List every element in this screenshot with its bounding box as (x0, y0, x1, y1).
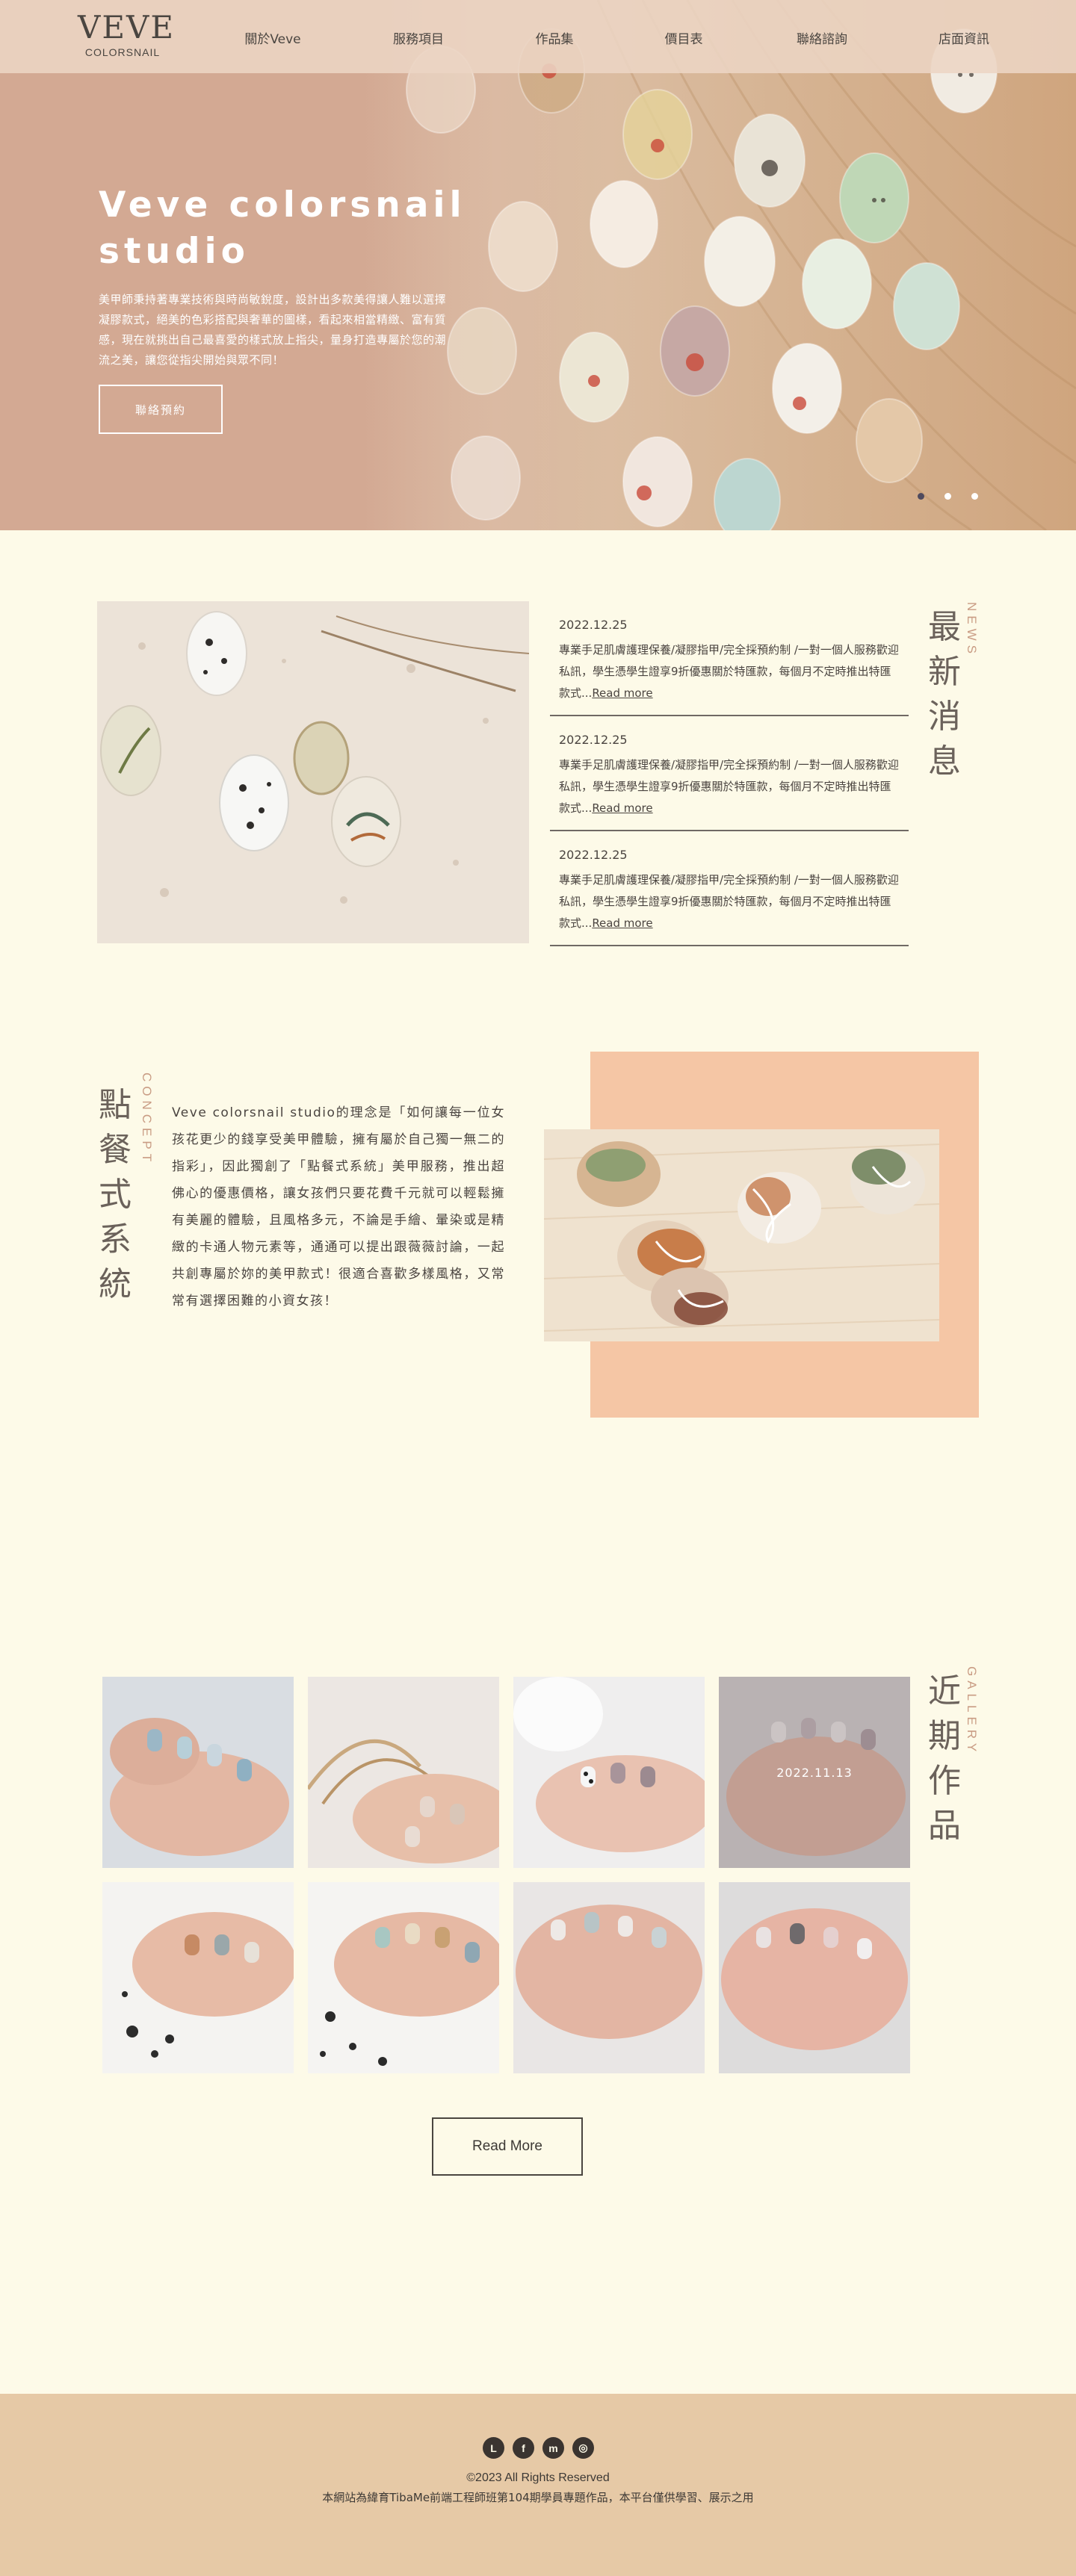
news-item: 2022.12.25 專業手足肌膚護理保養/凝膠指甲/完全採預約制 /一對一個人… (550, 716, 909, 831)
concept-text: Veve colorsnail studio的理念是「如何讓每一位女孩花更少的錢… (172, 1105, 505, 1309)
nav-services[interactable]: 服務項目 (374, 28, 463, 47)
gallery-photo-7 (513, 1882, 705, 2073)
copyright-text: ©2023 All Rights Reserved (466, 2471, 610, 2484)
hero-title: Veve colorsnail studio (99, 184, 466, 272)
site-logo[interactable]: VEVE COLORSNAIL (78, 9, 175, 59)
gallery-subtitle: GALLERY (965, 1666, 979, 1757)
news-section: 2022.12.25 專業手足肌膚護理保養/凝膠指甲/完全採預約制 /一對一個人… (0, 530, 1076, 1053)
site-header: VEVE COLORSNAIL 關於Veve 服務項目 作品集 價目表 聯絡諮詢… (0, 0, 1076, 73)
logo-mark: VEVE (78, 9, 175, 46)
gallery-item-6[interactable] (308, 1882, 499, 2073)
news-text: 專業手足肌膚護理保養/凝膠指甲/完全採預約制 /一對一個人服務歡迎私訊，學生憑學… (559, 869, 901, 934)
gallery-photo-8 (719, 1882, 910, 2073)
nav-store-info[interactable]: 店面資訊 (919, 28, 1009, 47)
gallery-photo-1 (102, 1677, 294, 1868)
gallery-section: 2022.11.13 近 期 作 品 GALLERY Read More (0, 1666, 1076, 2394)
hero-banner: Veve colorsnail studio 美甲師秉持著專業技術與時尚敏銳度，… (0, 0, 1076, 530)
carousel-dot-3[interactable] (971, 493, 978, 500)
gallery-photo-5 (102, 1882, 294, 2073)
carousel-dot-1[interactable] (918, 493, 924, 500)
messenger-icon[interactable]: m (542, 2437, 564, 2459)
concept-subtitle: CONCEPT (140, 1073, 154, 1167)
social-links: L f m ◎ (483, 2437, 595, 2461)
news-date: 2022.12.25 (559, 733, 628, 747)
news-date: 2022.12.25 (559, 848, 628, 862)
nav-portfolio[interactable]: 作品集 (510, 28, 599, 47)
concept-section: 點 餐 式 系 統 CONCEPT Veve colorsnail studio… (0, 1052, 1076, 1677)
line-icon[interactable]: L (483, 2437, 504, 2459)
news-subtitle: NEWS (965, 602, 979, 658)
gallery-item-7[interactable] (513, 1882, 705, 2073)
nav-about[interactable]: 關於Veve (228, 28, 318, 47)
gallery-item-1[interactable] (102, 1677, 294, 1868)
contact-booking-button[interactable]: 聯絡預約 (99, 385, 223, 434)
news-list: 2022.12.25 專業手足肌膚護理保養/凝膠指甲/完全採預約制 /一對一個人… (550, 601, 909, 946)
gallery-photo-2 (308, 1677, 499, 1868)
gallery-item-3[interactable] (513, 1677, 705, 1868)
logo-subtitle: COLORSNAIL (84, 46, 161, 58)
gallery-photo-6 (308, 1882, 499, 2073)
news-text: 專業手足肌膚護理保養/凝膠指甲/完全採預約制 /一對一個人服務歡迎私訊，學生憑學… (559, 754, 901, 819)
news-item: 2022.12.25 專業手足肌膚護理保養/凝膠指甲/完全採預約制 /一對一個人… (550, 601, 909, 716)
news-date: 2022.12.25 (559, 618, 628, 632)
gallery-read-more-button[interactable]: Read More (432, 2117, 583, 2176)
news-item: 2022.12.25 專業手足肌膚護理保養/凝膠指甲/完全採預約制 /一對一個人… (550, 831, 909, 946)
gallery-item-8[interactable] (719, 1882, 910, 2073)
carousel-dots (918, 493, 985, 500)
news-nail-photo (97, 601, 529, 943)
hero-description: 美甲師秉持著專業技術與時尚敏銳度，設計出多款美得讓人難以選擇凝膠款式，絕美的色彩… (99, 293, 447, 367)
footer-note: 本網站為緯育TibaMe前端工程師班第104期學員專題作品，本平台僅供學習、展示… (322, 2491, 754, 2504)
read-more-link[interactable]: Read more (592, 916, 652, 930)
concept-title: 點 餐 式 系 統 (99, 1086, 132, 1303)
concept-nail-photo (544, 1129, 939, 1341)
site-footer: L f m ◎ ©2023 All Rights Reserved 本網站為緯育… (0, 2394, 1076, 2576)
read-more-link[interactable]: Read more (592, 801, 652, 815)
nav-pricing[interactable]: 價目表 (639, 28, 729, 47)
read-more-link[interactable]: Read more (592, 686, 652, 700)
news-text: 專業手足肌膚護理保養/凝膠指甲/完全採預約制 /一對一個人服務歡迎私訊，學生憑學… (559, 639, 901, 704)
gallery-item-4[interactable]: 2022.11.13 (719, 1677, 910, 1868)
gallery-hover-date: 2022.11.13 (719, 1677, 910, 1868)
carousel-dot-2[interactable] (944, 493, 951, 500)
gallery-item-2[interactable] (308, 1677, 499, 1868)
gallery-title: 近 期 作 品 (928, 1672, 961, 1845)
gallery-item-5[interactable] (102, 1882, 294, 2073)
instagram-icon[interactable]: ◎ (572, 2437, 594, 2459)
nav-contact[interactable]: 聯絡諮詢 (777, 28, 867, 47)
gallery-photo-3 (513, 1677, 705, 1868)
facebook-icon[interactable]: f (513, 2437, 534, 2459)
news-title: 最 新 消 息 (928, 608, 961, 780)
